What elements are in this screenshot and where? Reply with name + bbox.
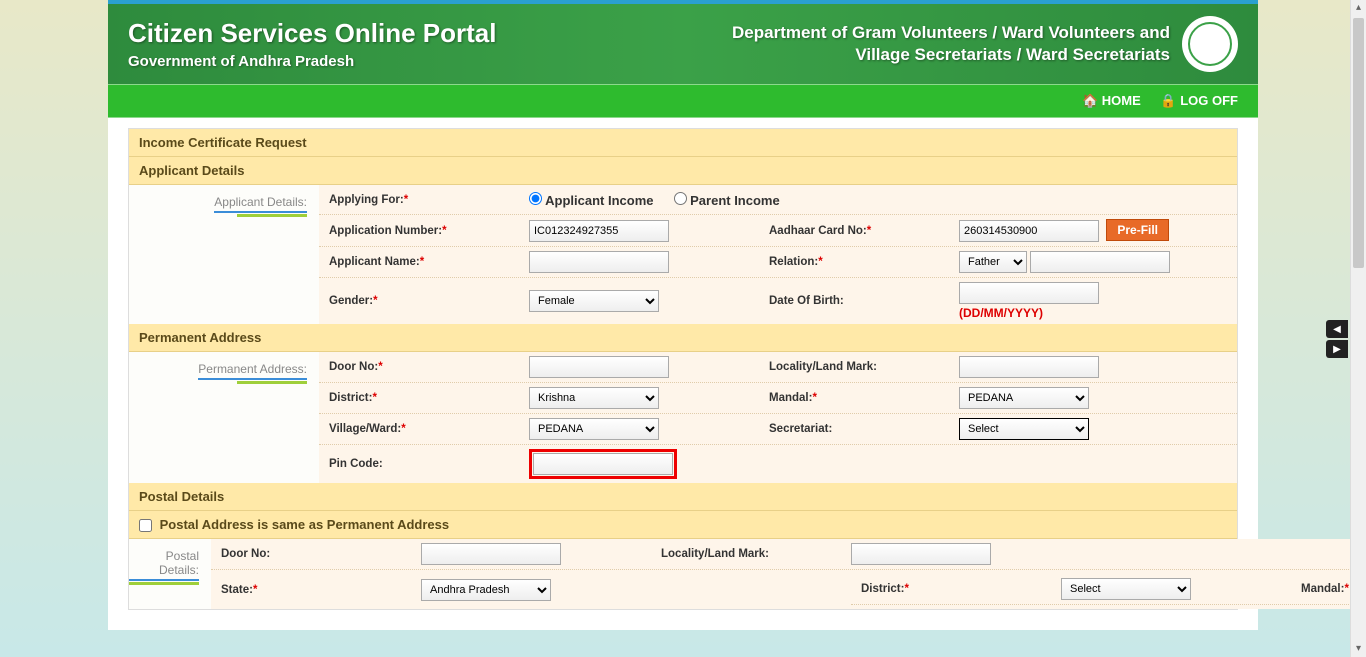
label-post-district: District: [861,583,904,595]
input-relation-name[interactable] [1030,251,1170,273]
label-perm-village: Village/Ward: [329,423,401,435]
side-label-permanent: Permanent Address: [129,352,319,483]
label-perm-secretariat: Secretariat: [769,423,832,435]
label-post-doorno: Door No: [221,548,270,560]
scroll-up-icon[interactable]: ▴ [1351,0,1366,16]
input-perm-pincode[interactable] [533,453,673,475]
dob-hint: (DD/MM/YYYY) [959,306,1237,320]
float-right-icon[interactable]: ▶ [1326,340,1348,358]
radio-parent-income[interactable]: Parent Income [674,192,780,208]
section-postal-details: Postal Details [129,483,1237,511]
scrollbar[interactable]: ▴ ▾ [1350,0,1366,657]
label-dob: Date Of Birth: [769,295,844,307]
select-post-district[interactable]: Select [1061,578,1191,600]
select-relation[interactable]: Father [959,251,1027,273]
state-emblem [1182,16,1238,72]
select-perm-village[interactable]: PEDANA [529,418,659,440]
label-app-name: Applicant Name: [329,256,420,268]
label-applying-for: Applying For: [329,194,404,206]
side-label-postal: Postal Details: [129,539,211,609]
input-app-number[interactable] [529,220,669,242]
input-post-doorno[interactable] [421,543,561,565]
section-permanent-address: Permanent Address [129,324,1237,352]
select-post-state[interactable]: Andhra Pradesh [421,579,551,601]
scroll-down-icon[interactable]: ▾ [1351,641,1366,657]
highlight-pincode [529,449,677,479]
floating-nav: ◀ ▶ [1326,320,1348,360]
input-aadhaar[interactable] [959,220,1099,242]
nav-logoff[interactable]: 🔒 LOG OFF [1160,93,1238,108]
portal-title: Citizen Services Online Portal [128,18,496,49]
label-gender: Gender: [329,295,373,307]
page-title: Income Certificate Request [129,129,1237,157]
input-perm-doorno[interactable] [529,356,669,378]
float-left-icon[interactable]: ◀ [1326,320,1348,338]
nav-bar: 🏠 HOME 🔒 LOG OFF [108,84,1258,118]
input-dob[interactable] [959,282,1099,304]
radio-applicant-income[interactable]: Applicant Income [529,192,654,208]
prefill-button[interactable]: Pre-Fill [1106,219,1169,241]
select-perm-secretariat[interactable]: Select [959,418,1089,440]
select-perm-district[interactable]: Krishna [529,387,659,409]
checkbox-postal-same[interactable]: Postal Address is same as Permanent Addr… [139,517,449,532]
scroll-thumb[interactable] [1353,18,1364,268]
label-app-number: Application Number: [329,225,442,237]
label-post-locality: Locality/Land Mark: [661,548,769,560]
header: Citizen Services Online Portal Governmen… [108,4,1258,84]
input-post-locality[interactable] [851,543,991,565]
label-perm-doorno: Door No: [329,361,378,373]
portal-subtitle: Government of Andhra Pradesh [128,53,496,70]
select-gender[interactable]: Female [529,290,659,312]
section-applicant-details: Applicant Details [129,157,1237,185]
department-name: Department of Gram Volunteers / Ward Vol… [732,22,1170,66]
select-perm-mandal[interactable]: PEDANA [959,387,1089,409]
input-perm-locality[interactable] [959,356,1099,378]
label-perm-pincode: Pin Code: [329,458,383,470]
side-label-applicant: Applicant Details: [129,185,319,324]
label-aadhaar: Aadhaar Card No: [769,225,867,237]
input-app-name[interactable] [529,251,669,273]
label-relation: Relation: [769,256,818,268]
label-perm-mandal: Mandal: [769,392,812,404]
label-perm-district: District: [329,392,372,404]
label-post-mandal: Mandal: [1301,583,1344,595]
label-post-state: State: [221,584,253,596]
label-perm-locality: Locality/Land Mark: [769,361,877,373]
postal-same-row: Postal Address is same as Permanent Addr… [129,511,1237,539]
nav-home[interactable]: 🏠 HOME [1082,93,1141,108]
